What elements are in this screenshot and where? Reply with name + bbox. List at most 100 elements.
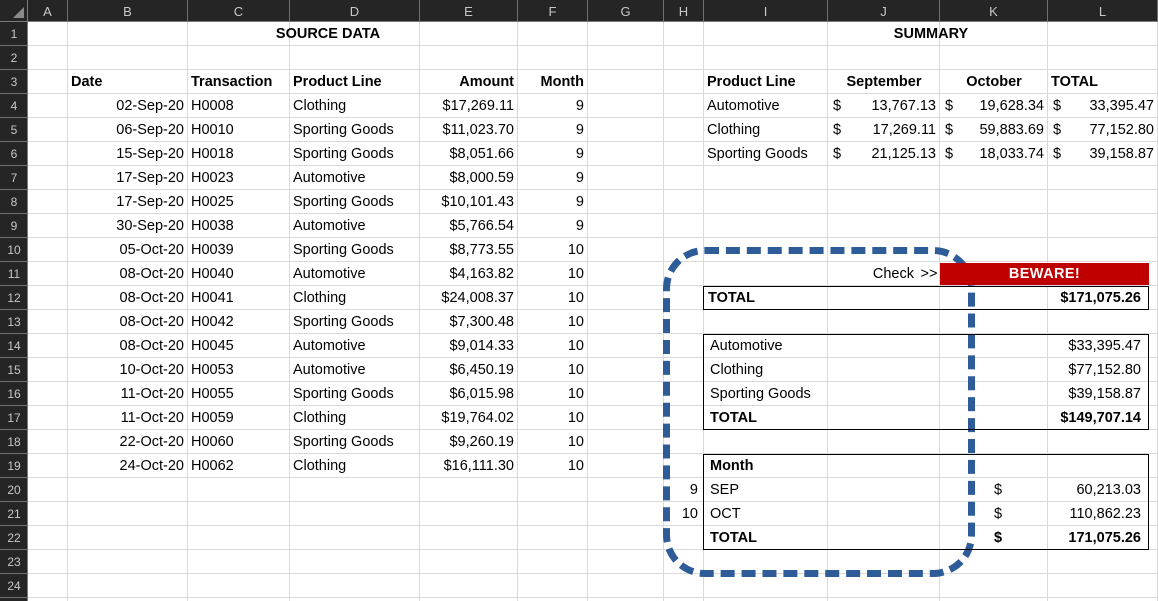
source-cell-transaction[interactable]: H0053 (188, 358, 290, 382)
row-header-6[interactable]: 6 (0, 142, 28, 166)
source-cell-date[interactable]: 10-Oct-20 (68, 358, 188, 382)
column-header-c[interactable]: C (188, 0, 290, 22)
source-cell-product-line[interactable]: Sporting Goods (290, 190, 420, 214)
row-header-15[interactable]: 15 (0, 358, 28, 382)
source-cell-product-line[interactable]: Sporting Goods (290, 382, 420, 406)
source-cell-month[interactable]: 10 (518, 358, 588, 382)
row-header-5[interactable]: 5 (0, 118, 28, 142)
summary-cell-total[interactable]: $77,152.80 (1048, 118, 1158, 142)
month-box-total-label[interactable]: TOTAL (707, 526, 827, 550)
summary-cell-september[interactable]: $13,767.13 (828, 94, 940, 118)
column-header-h[interactable]: H (664, 0, 704, 22)
source-cell-product-line[interactable]: Sporting Goods (290, 142, 420, 166)
row-header-16[interactable]: 16 (0, 382, 28, 406)
column-header-a[interactable]: A (28, 0, 68, 22)
source-cell-amount[interactable]: $6,015.98 (420, 382, 518, 406)
source-cell-product-line[interactable]: Sporting Goods (290, 310, 420, 334)
source-cell-product-line[interactable]: Clothing (290, 94, 420, 118)
source-cell-product-line[interactable]: Clothing (290, 286, 420, 310)
source-cell-month[interactable]: 9 (518, 166, 588, 190)
month-box-amount[interactable]: $60,213.03 (989, 478, 1145, 502)
source-cell-product-line[interactable]: Automotive (290, 358, 420, 382)
source-cell-product-line[interactable]: Sporting Goods (290, 118, 420, 142)
source-cell-month[interactable]: 10 (518, 262, 588, 286)
product-box-label[interactable]: Automotive (707, 334, 867, 358)
source-cell-product-line[interactable]: Clothing (290, 454, 420, 478)
row-header-19[interactable]: 19 (0, 454, 28, 478)
source-cell-transaction[interactable]: H0025 (188, 190, 290, 214)
source-cell-amount[interactable]: $11,023.70 (420, 118, 518, 142)
column-header-g[interactable]: G (588, 0, 664, 22)
source-cell-date[interactable]: 06-Sep-20 (68, 118, 188, 142)
row-header-7[interactable]: 7 (0, 166, 28, 190)
source-cell-product-line[interactable]: Automotive (290, 214, 420, 238)
row-header-3[interactable]: 3 (0, 70, 28, 94)
product-box-total-label[interactable]: TOTAL (707, 406, 867, 430)
summary-cell-september[interactable]: $21,125.13 (828, 142, 940, 166)
source-cell-month[interactable]: 9 (518, 190, 588, 214)
source-cell-month[interactable]: 10 (518, 382, 588, 406)
source-cell-transaction[interactable]: H0018 (188, 142, 290, 166)
source-cell-amount[interactable]: $19,764.02 (420, 406, 518, 430)
source-cell-date[interactable]: 30-Sep-20 (68, 214, 188, 238)
source-cell-product-line[interactable]: Automotive (290, 334, 420, 358)
summary-cell-october[interactable]: $18,033.74 (940, 142, 1048, 166)
row-header-4[interactable]: 4 (0, 94, 28, 118)
source-cell-transaction[interactable]: H0060 (188, 430, 290, 454)
column-header-b[interactable]: B (68, 0, 188, 22)
row-header-21[interactable]: 21 (0, 502, 28, 526)
source-cell-month[interactable]: 10 (518, 454, 588, 478)
source-cell-amount[interactable]: $10,101.43 (420, 190, 518, 214)
source-cell-amount[interactable]: $7,300.48 (420, 310, 518, 334)
source-cell-date[interactable]: 17-Sep-20 (68, 166, 188, 190)
source-cell-transaction[interactable]: H0042 (188, 310, 290, 334)
column-header-e[interactable]: E (420, 0, 518, 22)
source-cell-date[interactable]: 08-Oct-20 (68, 286, 188, 310)
product-box-label[interactable]: Clothing (707, 358, 867, 382)
row-header-22[interactable]: 22 (0, 526, 28, 550)
source-cell-date[interactable]: 22-Oct-20 (68, 430, 188, 454)
source-cell-amount[interactable]: $4,163.82 (420, 262, 518, 286)
product-box-value[interactable]: $33,395.47 (969, 334, 1145, 358)
month-box-label[interactable]: OCT (707, 502, 827, 526)
source-cell-product-line[interactable]: Automotive (290, 262, 420, 286)
source-cell-amount[interactable]: $8,051.66 (420, 142, 518, 166)
source-cell-amount[interactable]: $5,766.54 (420, 214, 518, 238)
summary-cell-october[interactable]: $59,883.69 (940, 118, 1048, 142)
column-header-f[interactable]: F (518, 0, 588, 22)
source-cell-date[interactable]: 08-Oct-20 (68, 334, 188, 358)
source-cell-transaction[interactable]: H0038 (188, 214, 290, 238)
row-header-12[interactable]: 12 (0, 286, 28, 310)
source-cell-product-line[interactable]: Sporting Goods (290, 238, 420, 262)
month-box-label[interactable]: SEP (707, 478, 827, 502)
source-cell-amount[interactable]: $16,111.30 (420, 454, 518, 478)
source-cell-transaction[interactable]: H0040 (188, 262, 290, 286)
source-cell-month[interactable]: 10 (518, 238, 588, 262)
source-cell-date[interactable]: 11-Oct-20 (68, 382, 188, 406)
column-header-l[interactable]: L (1048, 0, 1158, 22)
source-cell-date[interactable]: 08-Oct-20 (68, 262, 188, 286)
select-all-corner[interactable] (0, 0, 28, 22)
source-cell-month[interactable]: 10 (518, 430, 588, 454)
row-header-1[interactable]: 1 (0, 22, 28, 46)
beware-banner[interactable]: BEWARE! (940, 263, 1149, 285)
source-cell-amount[interactable]: $9,014.33 (420, 334, 518, 358)
source-cell-product-line[interactable]: Clothing (290, 406, 420, 430)
summary-cell-product-line[interactable]: Clothing (704, 118, 828, 142)
summary-cell-product-line[interactable]: Automotive (704, 94, 828, 118)
row-header-2[interactable]: 2 (0, 46, 28, 70)
source-cell-amount[interactable]: $9,260.19 (420, 430, 518, 454)
summary-cell-total[interactable]: $39,158.87 (1048, 142, 1158, 166)
source-cell-transaction[interactable]: H0055 (188, 382, 290, 406)
row-header-11[interactable]: 11 (0, 262, 28, 286)
source-cell-month[interactable]: 9 (518, 94, 588, 118)
column-header-j[interactable]: J (828, 0, 940, 22)
source-cell-month[interactable]: 10 (518, 310, 588, 334)
grand-total-value[interactable]: $171,075.26 (969, 286, 1145, 310)
source-cell-transaction[interactable]: H0010 (188, 118, 290, 142)
source-cell-transaction[interactable]: H0023 (188, 166, 290, 190)
row-header-13[interactable]: 13 (0, 310, 28, 334)
row-header-24[interactable]: 24 (0, 574, 28, 598)
source-cell-amount[interactable]: $24,008.37 (420, 286, 518, 310)
source-cell-date[interactable]: 02-Sep-20 (68, 94, 188, 118)
